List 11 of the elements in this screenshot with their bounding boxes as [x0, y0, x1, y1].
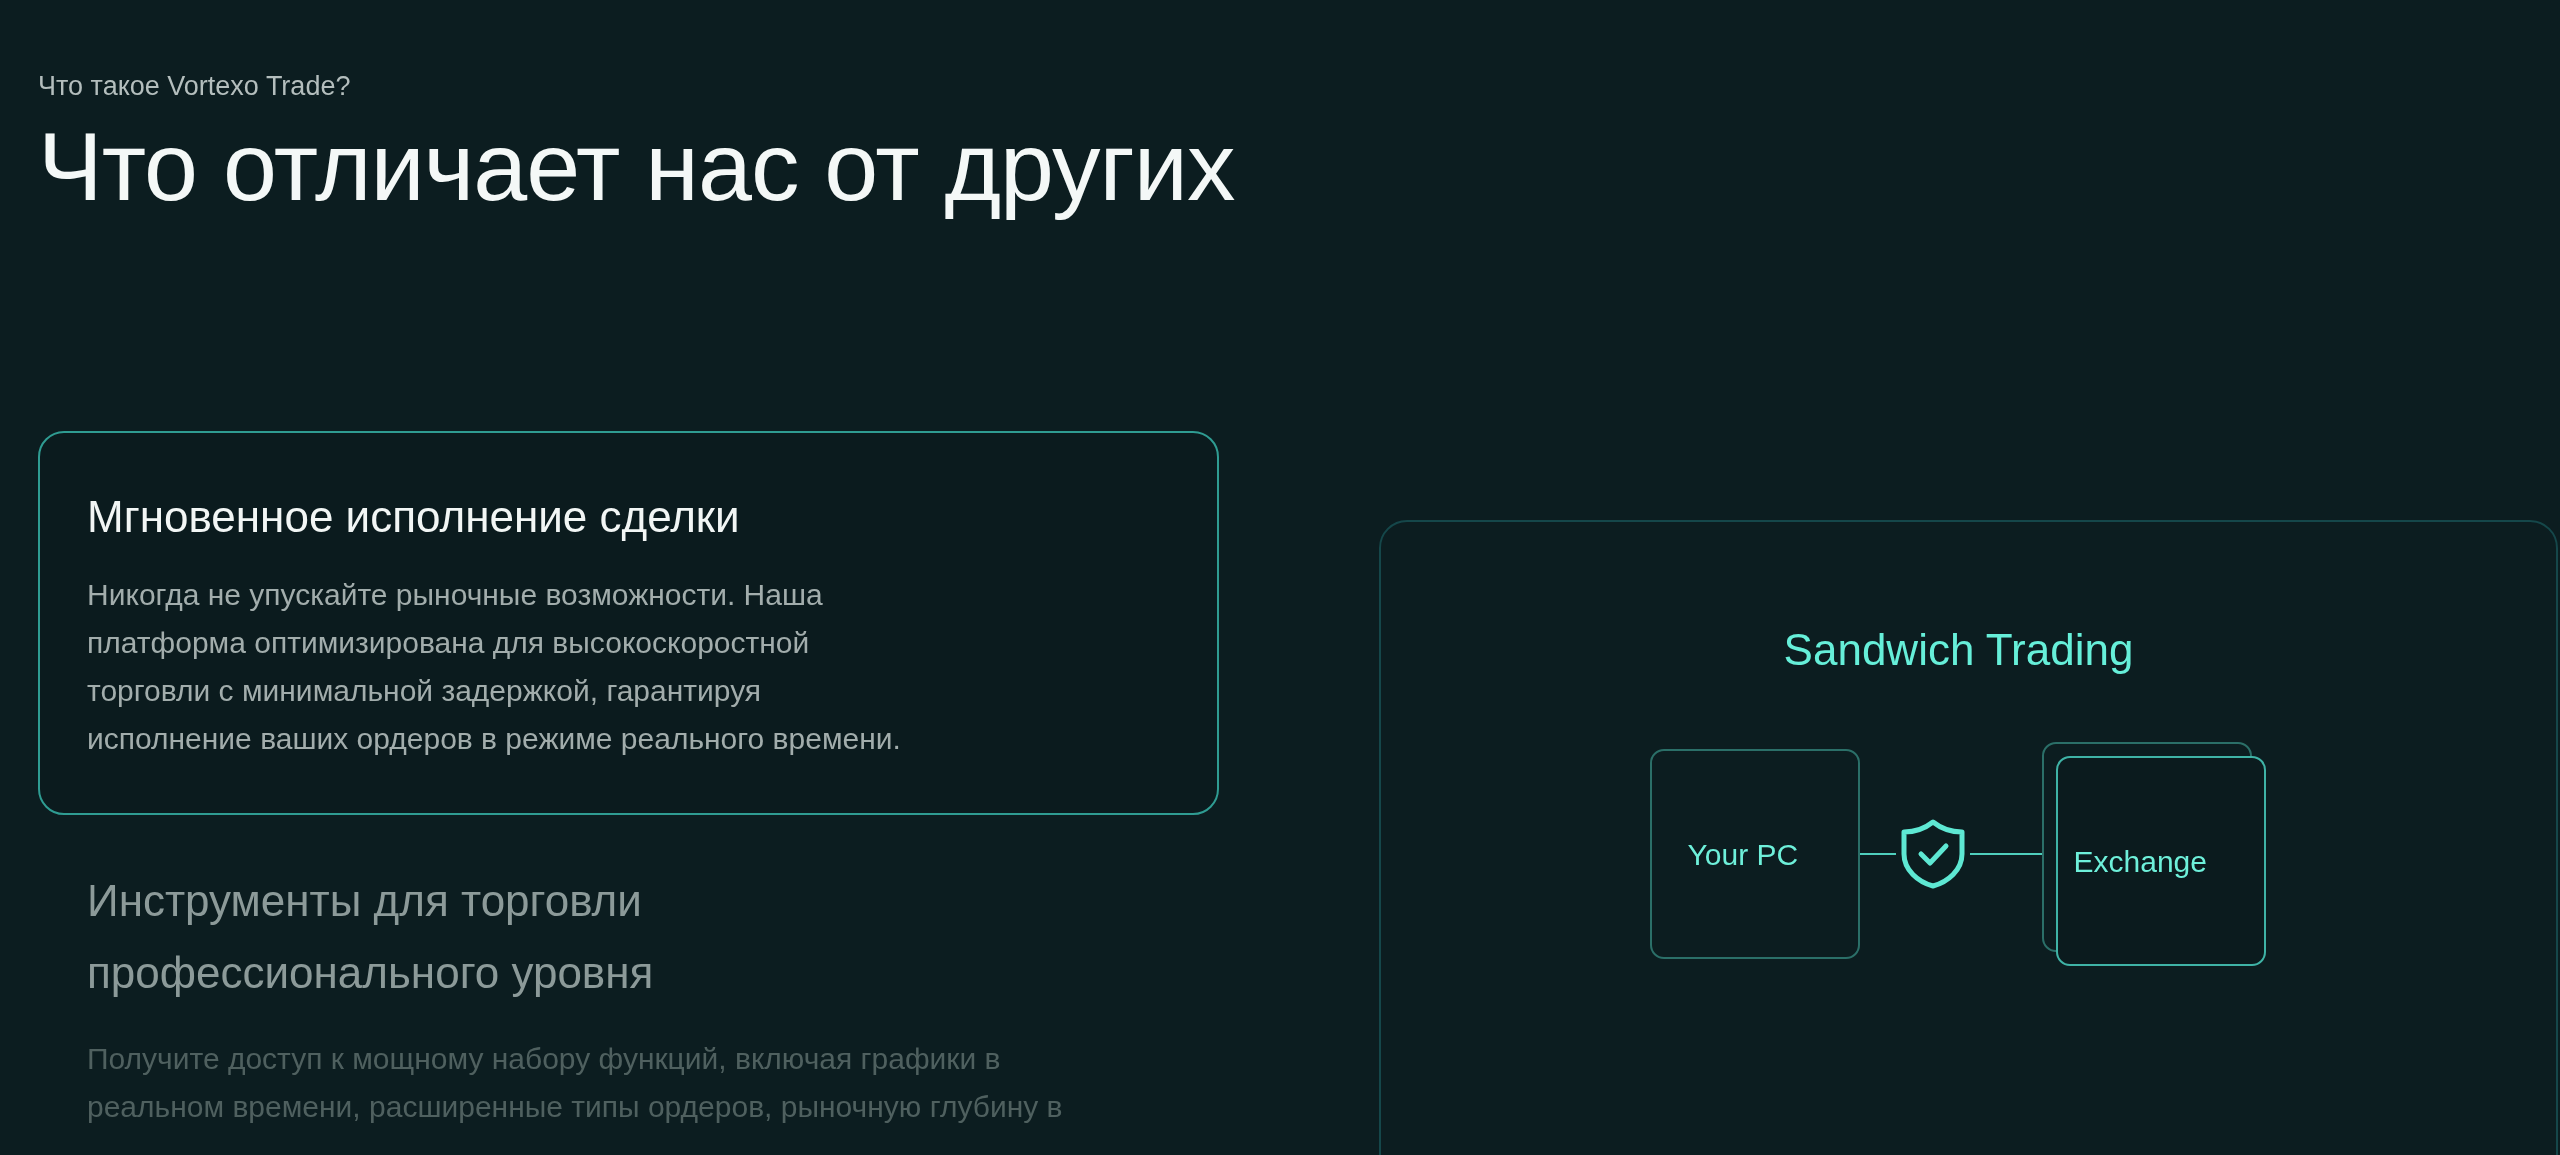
section-eyebrow: Что такое Vortexo Trade? [38, 70, 352, 103]
diagram-title: Sandwich Trading [1783, 624, 2134, 676]
section-heading: Что отличает нас от других [38, 112, 1236, 222]
node-label: Exchange [2073, 843, 2207, 880]
feature-title: Мгновенное исполнение сделки [87, 491, 741, 543]
feature-card[interactable] [38, 431, 1219, 815]
node-label: Your PC [1687, 836, 1799, 873]
feature-description: Получите доступ к мощному набору функций, включая графики в реальном времени, расширенные типы ордеров, рыночную глубину в [87, 1041, 1064, 1125]
connector-line [1859, 853, 1896, 855]
feature-description: Никогда не упускайте рыночные возможности. Наша платформа оптимизирована для высокоскоростной торговли с минимальной задержкой, гарантируя исполнение ваших ордеров в режиме реального времени. [87, 577, 902, 757]
feature-title[interactable]: Инструменты для торговли профессионального уровня [87, 865, 807, 1009]
